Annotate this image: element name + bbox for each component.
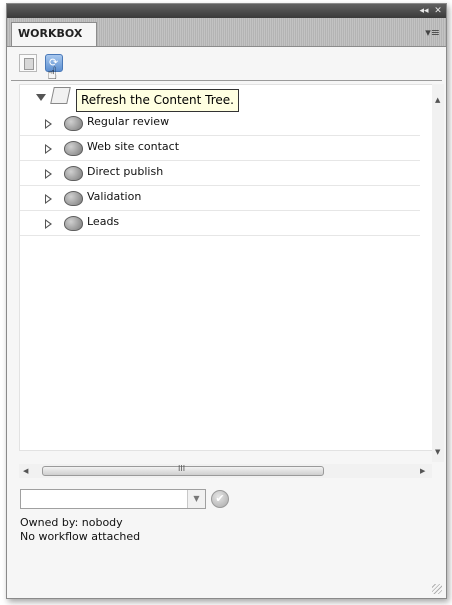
- close-panel-icon[interactable]: ✕: [432, 4, 444, 18]
- tree-item-validation[interactable]: Validation: [20, 186, 420, 211]
- tab-row: WORKBOX ▾≡: [7, 18, 446, 47]
- tree-item-leads[interactable]: Leads: [20, 211, 420, 236]
- scroll-right-icon[interactable]: ▶: [420, 467, 425, 475]
- tree-item-label: Validation: [87, 190, 142, 203]
- expand-arrow-icon[interactable]: [45, 144, 52, 154]
- tab-workbox[interactable]: WORKBOX: [11, 22, 97, 46]
- expand-arrow-icon[interactable]: [45, 194, 52, 204]
- workbox-toolbar: ⟳: [11, 50, 442, 81]
- expand-arrow-icon[interactable]: [45, 169, 52, 179]
- workflow-status-text: No workflow attached: [20, 530, 141, 543]
- scroll-down-icon[interactable]: ▼: [435, 448, 440, 456]
- expand-arrow-icon[interactable]: [45, 219, 52, 229]
- resize-grip-icon[interactable]: [432, 584, 442, 594]
- tree-item-web-site-contact[interactable]: Web site contact: [20, 136, 420, 161]
- folder-icon: [50, 87, 71, 104]
- horizontal-scroll-thumb[interactable]: III: [42, 464, 324, 476]
- vertical-scrollbar[interactable]: ▲ ▼: [432, 84, 444, 462]
- thumb-grip: III: [178, 464, 186, 473]
- hand-cursor-icon: ☝: [47, 64, 58, 84]
- content-tree[interactable]: Regular review Web site contact Direct p…: [19, 84, 434, 451]
- workflow-icon: [64, 191, 83, 206]
- scroll-up-icon[interactable]: ▲: [435, 96, 440, 104]
- workflow-icon: [64, 166, 83, 181]
- panel-menu-icon[interactable]: ▾≡: [425, 26, 440, 39]
- expand-arrow-icon[interactable]: [45, 119, 52, 129]
- workflow-icon: [64, 216, 83, 231]
- tree-item-label: Web site contact: [87, 140, 180, 153]
- workflow-icon: [64, 116, 83, 131]
- chevron-down-icon[interactable]: ▼: [187, 490, 205, 508]
- pdf-document-icon[interactable]: [19, 54, 37, 72]
- collapse-panel-icon[interactable]: ◂◂: [418, 4, 430, 18]
- apply-checkmark-button[interactable]: ✔: [211, 490, 229, 508]
- workflow-action-select[interactable]: ▼: [20, 489, 206, 509]
- tree-item-regular-review[interactable]: Regular review: [20, 111, 420, 136]
- panel-titlebar: ◂◂ ✕: [7, 4, 446, 18]
- workbox-panel: ◂◂ ✕ WORKBOX ▾≡ ⟳ ☝ Regular review Web s…: [6, 3, 447, 599]
- owned-by-text: Owned by: nobody: [20, 516, 123, 529]
- tree-item-label: Direct publish: [87, 165, 164, 178]
- collapse-arrow-icon[interactable]: [36, 94, 46, 101]
- horizontal-scrollbar[interactable]: ◀ III ▶: [19, 464, 432, 478]
- tree-item-direct-publish[interactable]: Direct publish: [20, 161, 420, 186]
- tree-item-label: Regular review: [87, 115, 170, 128]
- scroll-left-icon[interactable]: ◀: [23, 467, 28, 475]
- workflow-icon: [64, 141, 83, 156]
- tree-item-label: Leads: [87, 215, 120, 228]
- refresh-tooltip: Refresh the Content Tree.: [76, 89, 239, 112]
